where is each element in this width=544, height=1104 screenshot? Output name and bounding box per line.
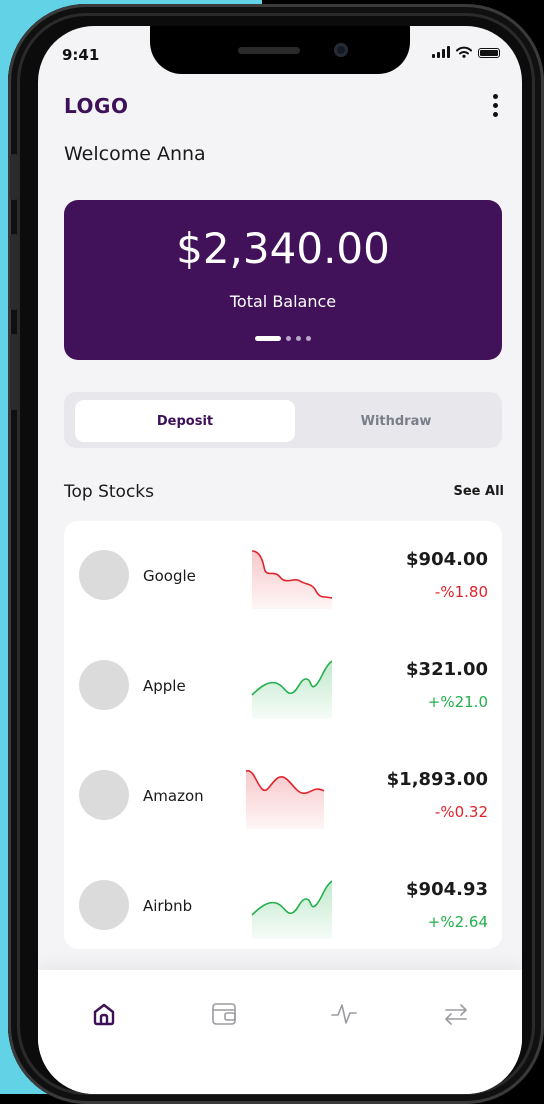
stock-name: Airbnb: [143, 897, 193, 915]
carousel-dot: [306, 336, 311, 341]
carousel-dot: [286, 336, 291, 341]
sparkline-down-chart: [251, 550, 332, 609]
see-all-link[interactable]: See All: [454, 484, 505, 499]
notch: [150, 26, 410, 74]
stock-avatar: [79, 880, 129, 930]
stocks-list: Google $904.00 -%1.80 Apple $321.00 +%21…: [64, 521, 502, 949]
stock-change: -%1.80: [434, 583, 488, 601]
mute-switch: [10, 154, 18, 200]
sparkline-down-chart: [245, 770, 325, 829]
home-indicator-area: [38, 1060, 522, 1094]
speaker-grille: [238, 47, 300, 54]
wifi-icon: [456, 46, 472, 58]
stock-change: -%0.32: [434, 803, 488, 821]
volume-up-button: [10, 234, 18, 310]
wallet-icon[interactable]: [206, 996, 242, 1032]
transfer-icon[interactable]: [438, 996, 474, 1032]
top-stocks-title: Top Stocks: [64, 482, 154, 502]
stock-price: $904.00: [406, 549, 488, 570]
stock-name: Google: [143, 567, 196, 585]
balance-card[interactable]: $2,340.00 Total Balance: [64, 200, 502, 360]
status-icons: [432, 46, 500, 58]
stock-change: +%21.0: [427, 693, 488, 711]
stock-row-airbnb[interactable]: Airbnb $904.93 +%2.64: [64, 855, 502, 955]
activity-icon[interactable]: [326, 996, 362, 1032]
deposit-tab[interactable]: Deposit: [75, 400, 295, 442]
app-screen: 9:41 LOGO Welcome Anna $2,340.00 Total B…: [38, 26, 522, 1094]
carousel-dot: [296, 336, 301, 341]
stock-avatar: [79, 770, 129, 820]
stock-price: $321.00: [406, 659, 488, 680]
deposit-withdraw-toggle: Deposit Withdraw: [64, 392, 502, 448]
status-time: 9:41: [62, 46, 100, 64]
balance-label: Total Balance: [229, 292, 337, 311]
stock-avatar: [79, 550, 129, 600]
balance-amount: $2,340.00: [176, 224, 390, 273]
kebab-menu-icon[interactable]: [490, 94, 500, 117]
stock-row-apple[interactable]: Apple $321.00 +%21.0: [64, 635, 502, 735]
sparkline-up-chart: [251, 660, 332, 719]
volume-down-button: [10, 334, 18, 410]
carousel-dot-active: [255, 336, 281, 341]
stock-avatar: [79, 660, 129, 710]
bottom-tab-bar: [38, 970, 522, 1094]
stock-change: +%2.64: [427, 913, 488, 931]
stock-price: $1,893.00: [386, 769, 488, 790]
stock-row-amazon[interactable]: Amazon $1,893.00 -%0.32: [64, 745, 502, 845]
stock-price: $904.93: [406, 879, 488, 900]
stock-row-google[interactable]: Google $904.00 -%1.80: [64, 525, 502, 625]
app-logo: LOGO: [64, 94, 129, 118]
carousel-indicator: [255, 336, 311, 341]
withdraw-tab[interactable]: Withdraw: [286, 400, 506, 442]
battery-icon: [478, 48, 500, 58]
stock-name: Amazon: [143, 787, 204, 805]
front-camera: [334, 43, 348, 57]
home-icon[interactable]: [86, 996, 122, 1032]
cellular-signal-icon: [432, 46, 450, 58]
stock-name: Apple: [143, 677, 186, 695]
welcome-text: Welcome Anna: [64, 143, 206, 165]
sparkline-up-chart: [251, 880, 332, 939]
